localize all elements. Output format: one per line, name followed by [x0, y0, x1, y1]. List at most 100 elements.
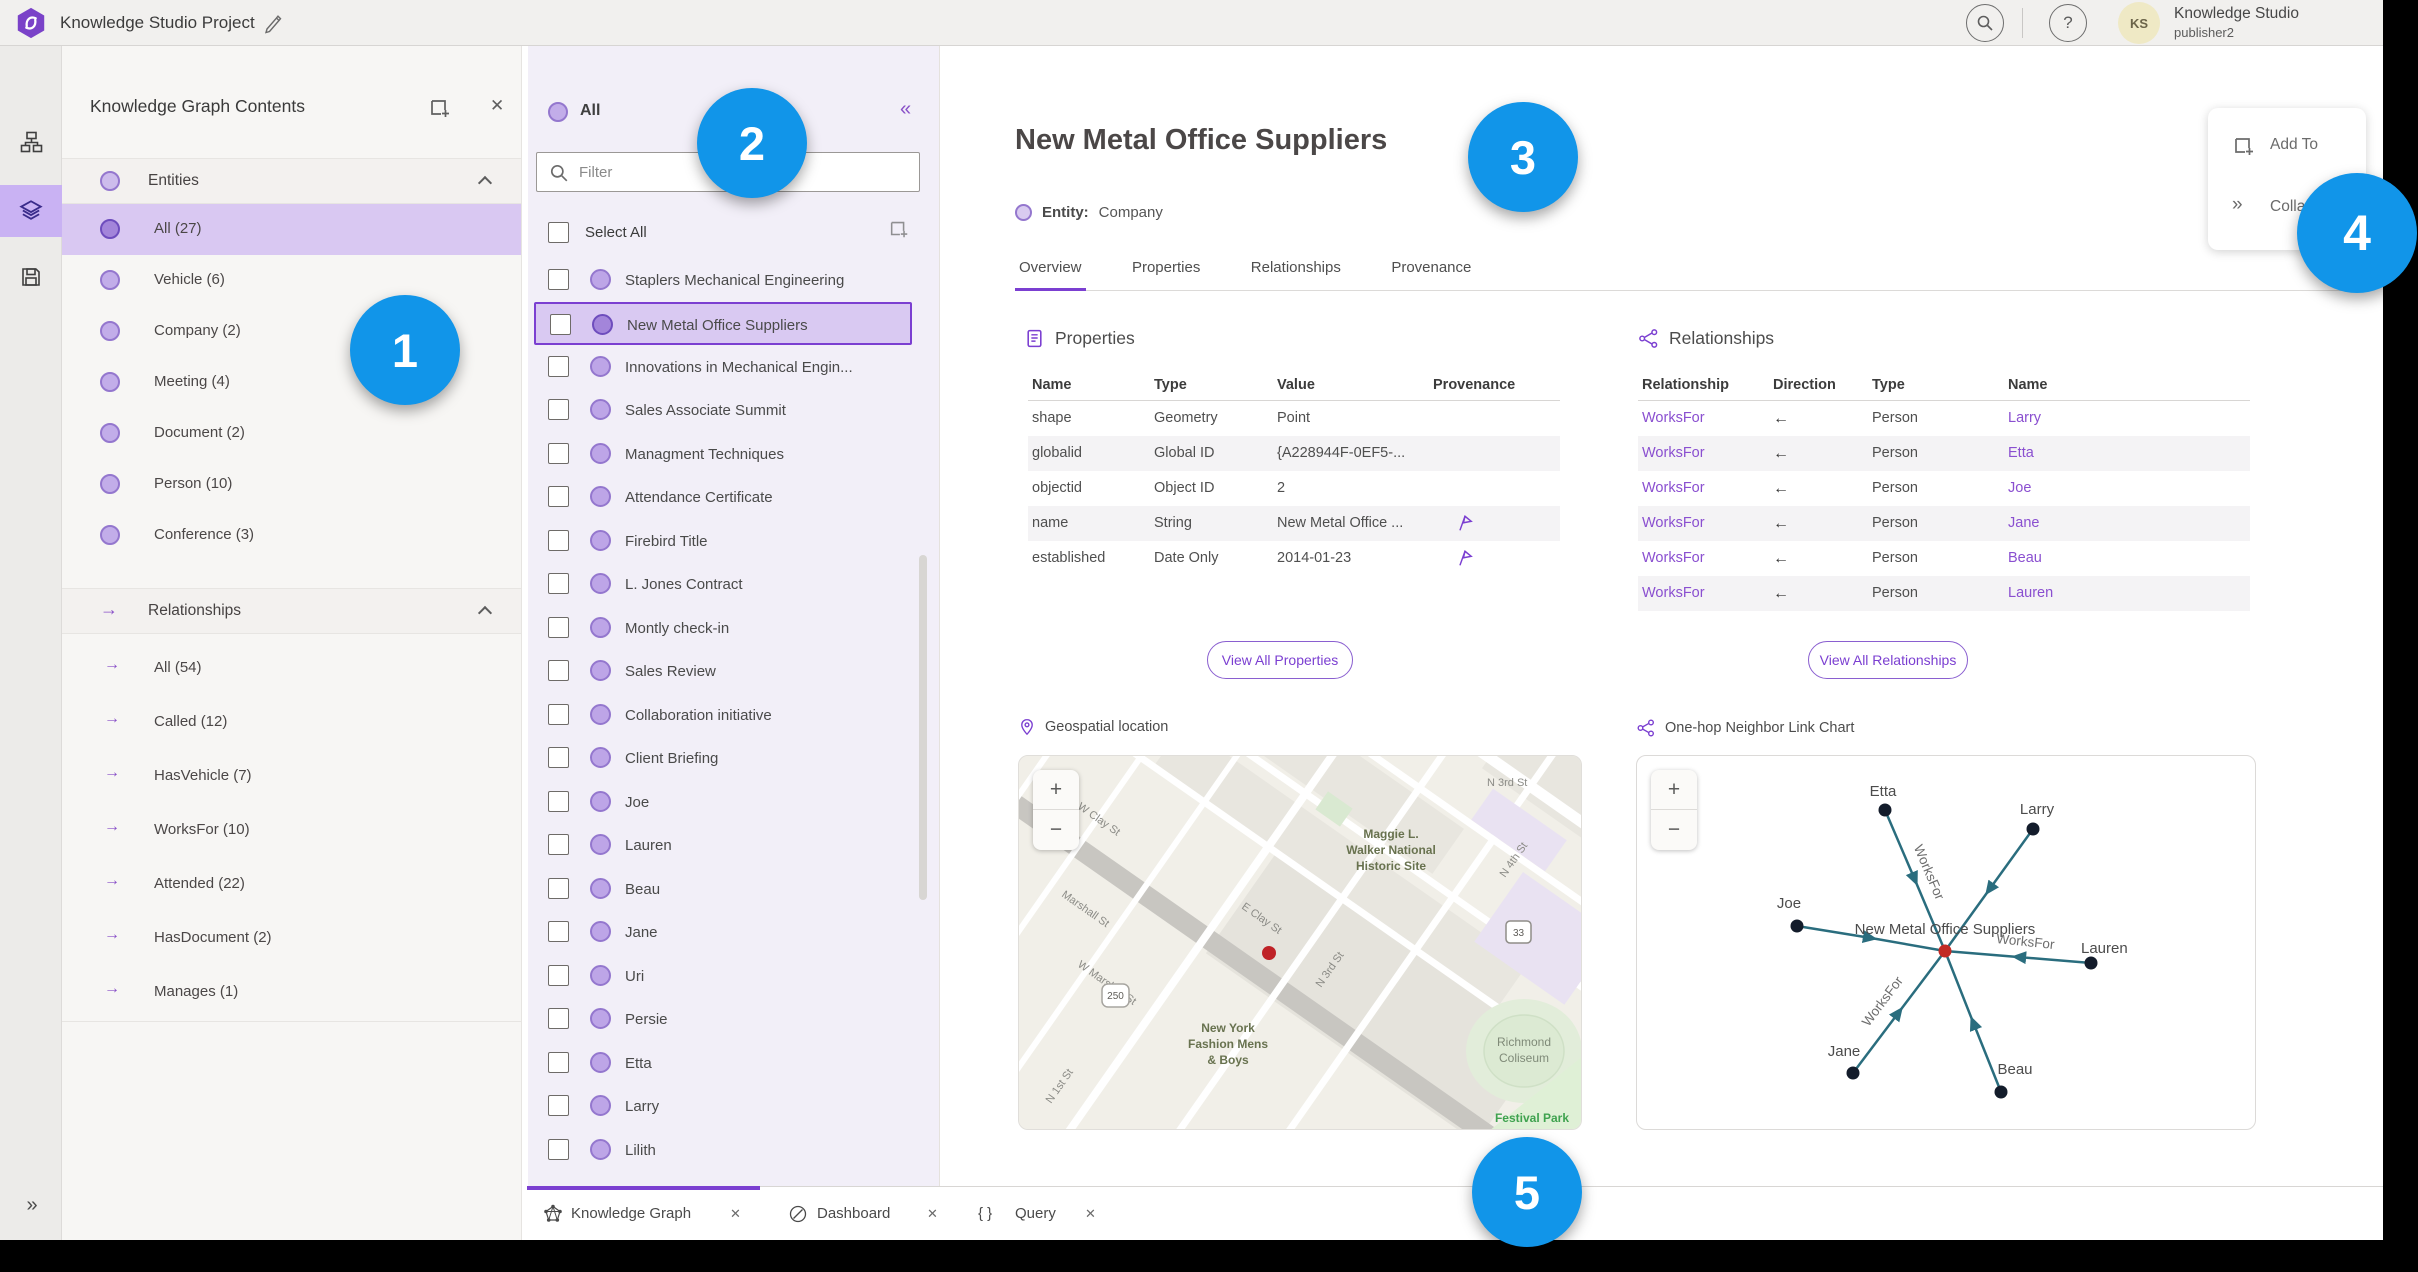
edit-title-icon[interactable]: [262, 12, 284, 34]
add-to-new-icon[interactable]: [428, 96, 452, 120]
list-item[interactable]: Collaboration initiative: [534, 694, 912, 737]
sidebar-item-document[interactable]: Document (2): [62, 408, 521, 459]
view-all-properties-button[interactable]: View All Properties: [1207, 641, 1353, 679]
list-item[interactable]: Joe: [534, 781, 912, 824]
search-button[interactable]: [1966, 4, 2004, 42]
close-tab-icon[interactable]: ✕: [927, 1206, 938, 1222]
item-checkbox[interactable]: [548, 617, 569, 638]
list-item[interactable]: Larry: [534, 1085, 912, 1128]
sidebar-item-vehicle[interactable]: Vehicle (6): [62, 255, 521, 306]
sidebar-item-hasdocument[interactable]: → HasDocument (2): [62, 913, 521, 964]
list-item[interactable]: Uri: [534, 955, 912, 998]
sidebar-item-manages[interactable]: → Manages (1): [62, 967, 521, 1018]
item-checkbox[interactable]: [548, 878, 569, 899]
item-checkbox[interactable]: [550, 314, 571, 335]
item-checkbox[interactable]: [548, 747, 569, 768]
rail-item-data-model[interactable]: [0, 116, 62, 168]
list-item[interactable]: Managment Techniques: [534, 433, 912, 476]
node-center[interactable]: [1938, 944, 1952, 958]
avatar[interactable]: KS: [2118, 2, 2160, 44]
list-item[interactable]: L. Jones Contract: [534, 563, 912, 606]
sidebar-item-attended[interactable]: → Attended (22): [62, 859, 521, 910]
item-checkbox[interactable]: [548, 486, 569, 507]
view-all-relationships-button[interactable]: View All Relationships: [1808, 641, 1968, 679]
item-checkbox[interactable]: [548, 1008, 569, 1029]
collapse-panel-icon[interactable]: «: [900, 98, 911, 121]
add-to-new-icon[interactable]: [888, 218, 910, 240]
item-checkbox[interactable]: [548, 269, 569, 290]
list-item[interactable]: Attendance Certificate: [534, 476, 912, 519]
select-all-checkbox[interactable]: [548, 222, 569, 243]
node-larry[interactable]: [2026, 822, 2040, 836]
tab-knowledge-graph[interactable]: Knowledge Graph ✕: [527, 1186, 760, 1241]
item-checkbox[interactable]: [548, 1095, 569, 1116]
zoom-in-button[interactable]: +: [1033, 770, 1079, 810]
node-jane[interactable]: [1846, 1066, 1860, 1080]
chevron-up-icon[interactable]: [477, 605, 493, 621]
list-item[interactable]: Lilith: [534, 1129, 912, 1172]
list-item[interactable]: Etta: [534, 1042, 912, 1085]
tab-properties[interactable]: Properties: [1128, 253, 1204, 288]
tab-relationships[interactable]: Relationships: [1247, 253, 1345, 288]
item-checkbox[interactable]: [548, 530, 569, 551]
sidebar-item-person[interactable]: Person (10): [62, 459, 521, 510]
list-item[interactable]: Firebird Title: [534, 520, 912, 563]
item-checkbox[interactable]: [548, 573, 569, 594]
item-checkbox[interactable]: [548, 791, 569, 812]
close-tab-icon[interactable]: ✕: [1085, 1206, 1096, 1222]
list-item[interactable]: Client Briefing: [534, 737, 912, 780]
rail-item-layers[interactable]: [0, 185, 62, 237]
relationships-section-header[interactable]: → Relationships: [62, 588, 521, 634]
sidebar-item-worksfor[interactable]: → WorksFor (10): [62, 805, 521, 856]
geospatial-map[interactable]: k Rd W Clay St Marshall St W Marshall St…: [1018, 755, 1582, 1130]
list-item-selected[interactable]: New Metal Office Suppliers: [534, 302, 912, 345]
tab-dashboard[interactable]: Dashboard ✕: [777, 1187, 957, 1241]
sidebar-item-hasvehicle[interactable]: → HasVehicle (7): [62, 751, 521, 802]
tab-query[interactable]: { } Query ✕: [970, 1187, 1115, 1241]
node-beau[interactable]: [1994, 1085, 2008, 1099]
close-panel-icon[interactable]: ✕: [490, 96, 504, 116]
list-item[interactable]: Lauren: [534, 824, 912, 867]
list-item[interactable]: Persie: [534, 998, 912, 1041]
list-item[interactable]: Beau: [534, 868, 912, 911]
link-chart[interactable]: Etta Larry Joe Lauren Jane Beau New Meta…: [1636, 755, 2256, 1130]
item-checkbox[interactable]: [548, 660, 569, 681]
sidebar-item-entities-all[interactable]: All (27): [62, 204, 521, 255]
add-to-button[interactable]: Add To: [2208, 126, 2366, 166]
zoom-in-button[interactable]: +: [1651, 770, 1697, 810]
item-checkbox[interactable]: [548, 921, 569, 942]
entities-section-header[interactable]: Entities: [62, 158, 521, 204]
zoom-out-button[interactable]: −: [1033, 810, 1079, 850]
item-checkbox[interactable]: [548, 965, 569, 986]
list-scrollbar[interactable]: [919, 555, 927, 900]
rail-item-save[interactable]: [0, 251, 62, 303]
sidebar-item-rel-all[interactable]: → All (54): [62, 643, 521, 694]
list-item[interactable]: Jane: [534, 911, 912, 954]
tab-provenance[interactable]: Provenance: [1387, 253, 1475, 288]
item-checkbox[interactable]: [548, 356, 569, 377]
rail-expand-button[interactable]: »: [0, 1179, 62, 1231]
sidebar-item-conference[interactable]: Conference (3): [62, 510, 521, 561]
chevron-up-icon[interactable]: [477, 175, 493, 191]
sidebar-item-called[interactable]: → Called (12): [62, 697, 521, 748]
item-checkbox[interactable]: [548, 399, 569, 420]
zoom-out-button[interactable]: −: [1651, 810, 1697, 850]
item-checkbox[interactable]: [548, 704, 569, 725]
list-item[interactable]: Staplers Mechanical Engineering: [534, 259, 912, 302]
list-item[interactable]: Montly check-in: [534, 607, 912, 650]
help-button[interactable]: ?: [2049, 4, 2087, 42]
list-item[interactable]: Sales Review: [534, 650, 912, 693]
provenance-flag-icon[interactable]: [1456, 514, 1474, 532]
list-item[interactable]: Sales Associate Summit: [534, 389, 912, 432]
node-joe[interactable]: [1790, 919, 1804, 933]
node-etta[interactable]: [1878, 803, 1892, 817]
provenance-flag-icon[interactable]: [1456, 549, 1474, 567]
item-checkbox[interactable]: [548, 834, 569, 855]
list-item[interactable]: Innovations in Mechanical Engin...: [534, 346, 912, 389]
item-checkbox[interactable]: [548, 1139, 569, 1160]
item-checkbox[interactable]: [548, 443, 569, 464]
tab-overview[interactable]: Overview: [1015, 253, 1086, 291]
close-tab-icon[interactable]: ✕: [730, 1206, 741, 1222]
node-lauren[interactable]: [2084, 956, 2098, 970]
item-checkbox[interactable]: [548, 1052, 569, 1073]
